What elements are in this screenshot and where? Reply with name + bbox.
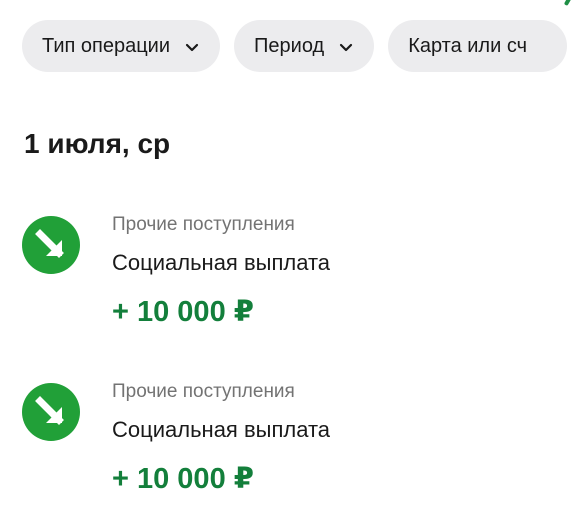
transaction-title: Социальная выплата (112, 417, 331, 442)
chevron-down-icon (338, 38, 354, 54)
card-or-account-filter-chip[interactable]: Карта или сч (388, 20, 568, 72)
transaction-category: Прочие поступления (112, 381, 295, 402)
incoming-arrow-icon (22, 216, 80, 274)
date-group-header: 1 июля, ср (24, 128, 171, 159)
transaction-row[interactable]: Прочие поступления Социальная выплата + … (22, 381, 562, 519)
card-or-account-filter-label: Карта или сч (408, 34, 528, 57)
period-filter-chip[interactable]: Период (234, 20, 375, 72)
transaction-amount: + 10 000 ₽ (112, 463, 254, 495)
transaction-title: Социальная выплата (112, 250, 331, 275)
operation-type-filter-chip[interactable]: Тип операции (22, 20, 221, 72)
operation-type-filter-label: Тип операции (42, 34, 171, 57)
transaction-row[interactable]: Прочие поступления Социальная выплата + … (22, 214, 562, 356)
transaction-category: Прочие поступления (112, 214, 295, 235)
incoming-arrow-icon (22, 383, 80, 441)
partial-status-icon (563, 0, 573, 8)
transaction-amount: + 10 000 ₽ (112, 296, 254, 328)
period-filter-label: Период (254, 34, 325, 57)
chevron-down-icon (184, 38, 200, 54)
filter-bar: Тип операции Период Карта или сч (22, 20, 568, 72)
operations-history-screen: Тип операции Период Карта или сч 1 июля,… (0, 0, 573, 519)
